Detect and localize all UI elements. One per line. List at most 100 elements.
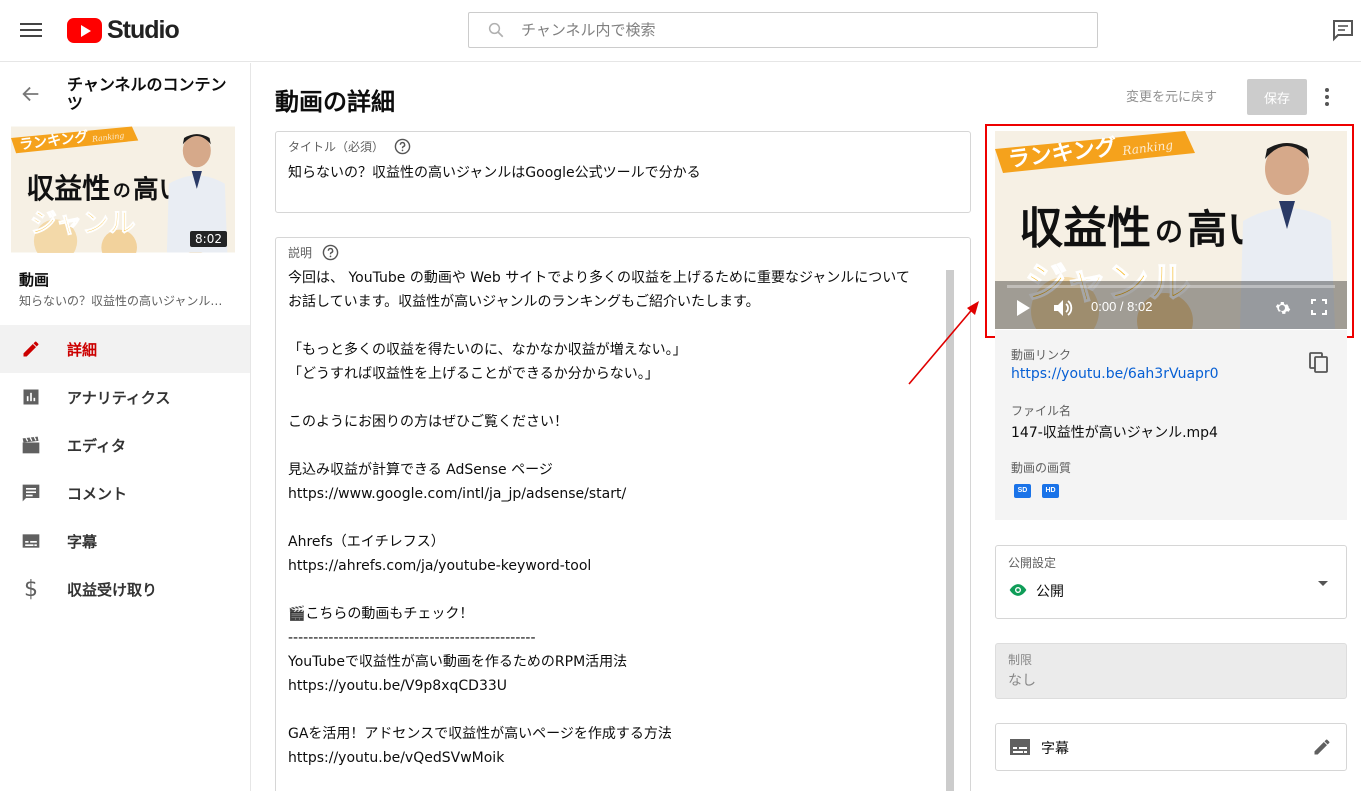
description-line: ----------------------------------------… — [288, 630, 536, 646]
sidebar-item-comments[interactable]: コメント — [0, 469, 250, 517]
quality-label: 動画の画質 — [1011, 461, 1072, 475]
sidebar: チャンネルのコンテンツ ランキング Ranking 収益性 の 高い ジャンル … — [0, 63, 251, 791]
annotation-arrow — [908, 301, 979, 385]
back-arrow-icon[interactable] — [20, 83, 42, 105]
sidebar-item-label: 詳細 — [67, 340, 98, 359]
progress-bar[interactable] — [1007, 285, 1335, 288]
title-field[interactable]: タイトル（必須） 知らないの？収益性の高いジャンルはGoogle公式ツールで分か… — [275, 131, 971, 213]
sidebar-section-title: チャンネルのコンテンツ — [67, 75, 227, 113]
play-icon[interactable] — [1015, 299, 1031, 317]
revert-changes-button[interactable]: 変更を元に戻す — [1126, 86, 1217, 105]
description-line — [288, 314, 948, 338]
description-line: https://youtu.be/vQedSVwMoik — [288, 750, 505, 766]
description-line: お話しています。収益性が高いジャンルのランキングもご紹介いたします。 — [288, 294, 760, 310]
subtitles-label: 字幕 — [1041, 741, 1069, 757]
video-player[interactable]: ランキング Ranking 収益性 の 高い ジャンル 0:00 / 8:02 — [995, 131, 1347, 329]
thumb-headline-1: 収益性 — [26, 172, 110, 205]
settings-gear-icon[interactable] — [1273, 299, 1291, 317]
logo-text: Studio — [107, 15, 180, 44]
youtube-logo-icon — [67, 17, 102, 43]
sd-quality-badge: SD — [1014, 484, 1031, 498]
visibility-select[interactable]: 公開設定 公開 — [995, 545, 1347, 619]
thumbnail-duration: 8:02 — [190, 231, 227, 247]
copy-icon[interactable] — [1309, 352, 1329, 374]
thumb-headline-3: ジャンル — [30, 208, 136, 239]
pencil-icon — [20, 338, 42, 360]
title-field-label-row: タイトル（必須） — [288, 138, 411, 155]
description-line: 「どうすれば収益性を上げることができるか分からない。」 — [288, 366, 659, 382]
save-button[interactable]: 保存 — [1247, 79, 1307, 115]
description-line: Ahrefs（エイチレフス） — [288, 534, 445, 550]
description-line: このようにお困りの方はぜひご覧ください！ — [288, 414, 568, 430]
description-line — [288, 698, 948, 722]
sidebar-item-label: 収益受け取り — [67, 580, 158, 599]
help-icon[interactable] — [394, 138, 411, 155]
dollar-icon: $ — [24, 576, 38, 602]
restrictions-value: なし — [1008, 673, 1036, 689]
filename-value: 147-収益性が高いジャンル.mp4 — [1011, 425, 1218, 441]
sidebar-item-label: 字幕 — [67, 532, 98, 551]
sidebar-item-label: エディタ — [67, 436, 126, 455]
sidebar-item-details[interactable]: 詳細 — [0, 325, 250, 373]
subtitles-icon — [1010, 739, 1030, 755]
title-field-label: タイトル（必須） — [288, 140, 385, 154]
help-icon[interactable] — [322, 244, 339, 261]
video-link[interactable]: https://youtu.be/6ah3rVuapr0 — [1011, 366, 1219, 382]
description-field-label-row: 説明 — [288, 244, 339, 261]
description-line: YouTubeで収益性が高い動画を作るためのRPM活用法 — [288, 654, 628, 670]
description-line — [288, 434, 948, 458]
description-line: https://www.google.com/intl/ja_jp/adsens… — [288, 486, 627, 502]
sidebar-item-monetization[interactable]: $ 収益受け取り — [0, 565, 250, 613]
hd-quality-badge: HD — [1042, 484, 1059, 498]
volume-icon[interactable] — [1053, 299, 1075, 317]
description-line: 見込み収益が計算できる AdSense ページ — [288, 462, 553, 478]
description-line: https://youtu.be/V9p8xqCD33U — [288, 678, 508, 694]
video-info-panel: 動画リンク https://youtu.be/6ah3rVuapr0 ファイル名… — [995, 330, 1347, 520]
subtitles-row[interactable]: 字幕 — [995, 723, 1347, 771]
description-line: 今回は、 YouTube の動画や Web サイトでより多くの収益を上げるために… — [288, 270, 910, 286]
sidebar-item-analytics[interactable]: アナリティクス — [0, 373, 250, 421]
frame-headline-no: の — [1155, 215, 1183, 248]
hamburger-menu-icon[interactable] — [20, 20, 42, 40]
visibility-value: 公開 — [1036, 584, 1064, 600]
edit-pencil-icon[interactable] — [1312, 737, 1332, 757]
studio-logo[interactable]: Studio — [67, 15, 180, 45]
description-line: 🎬こちらの動画もチェック！ — [288, 606, 474, 622]
sidebar-video-title: 知らないの？収益性の高いジャンルはGoogle公式ツールで分かる — [19, 294, 229, 308]
description-line: GAを活用！アドセンスで収益性が高いページを作成する方法 — [288, 726, 672, 742]
top-bar: Studio — [0, 0, 1361, 62]
description-line — [288, 578, 948, 602]
description-textarea[interactable]: 今回は、 YouTube の動画や Web サイトでより多くの収益を上げるために… — [288, 266, 948, 770]
page-title: 動画の詳細 — [275, 88, 395, 116]
player-time: 0:00 / 8:02 — [1091, 299, 1153, 314]
chevron-down-icon — [1318, 581, 1328, 586]
filename-label: ファイル名 — [1011, 404, 1072, 418]
search-icon — [488, 22, 504, 38]
analytics-icon — [20, 386, 42, 408]
fullscreen-icon[interactable] — [1311, 299, 1327, 315]
clapperboard-icon — [20, 434, 42, 456]
comment-icon — [20, 482, 42, 504]
visibility-label: 公開設定 — [1008, 556, 1057, 570]
restrictions-field: 制限 なし — [995, 643, 1347, 699]
thumb-headline-no: の — [113, 181, 131, 202]
search-input[interactable] — [521, 21, 1081, 39]
video-link-label: 動画リンク — [1011, 348, 1072, 362]
sidebar-nav: 詳細 アナリティクス エディタ コメント 字幕 $ 収益受け取り — [0, 325, 250, 613]
restrictions-label: 制限 — [1008, 653, 1033, 667]
feedback-icon[interactable] — [1331, 18, 1355, 42]
subtitles-icon — [20, 530, 42, 552]
more-options-icon[interactable] — [1322, 87, 1332, 107]
frame-headline-1: 収益性 — [1019, 203, 1151, 254]
sidebar-item-editor[interactable]: エディタ — [0, 421, 250, 469]
sidebar-item-label: コメント — [67, 484, 128, 503]
description-line — [288, 506, 948, 530]
sidebar-video-thumbnail[interactable]: ランキング Ranking 収益性 の 高い ジャンル 8:02 — [11, 126, 235, 253]
description-field[interactable]: 説明 今回は、 YouTube の動画や Web サイトでより多くの収益を上げる… — [275, 237, 971, 791]
description-line: https://ahrefs.com/ja/youtube-keyword-to… — [288, 558, 592, 574]
sidebar-item-subtitles[interactable]: 字幕 — [0, 517, 250, 565]
sidebar-video-label: 動画 — [19, 271, 50, 289]
description-line: 「もっと多くの収益を得たいのに、なかなか収益が増えない。」 — [288, 342, 687, 358]
title-input[interactable]: 知らないの？収益性の高いジャンルはGoogle公式ツールで分かる — [288, 162, 701, 182]
description-field-label: 説明 — [288, 246, 313, 260]
